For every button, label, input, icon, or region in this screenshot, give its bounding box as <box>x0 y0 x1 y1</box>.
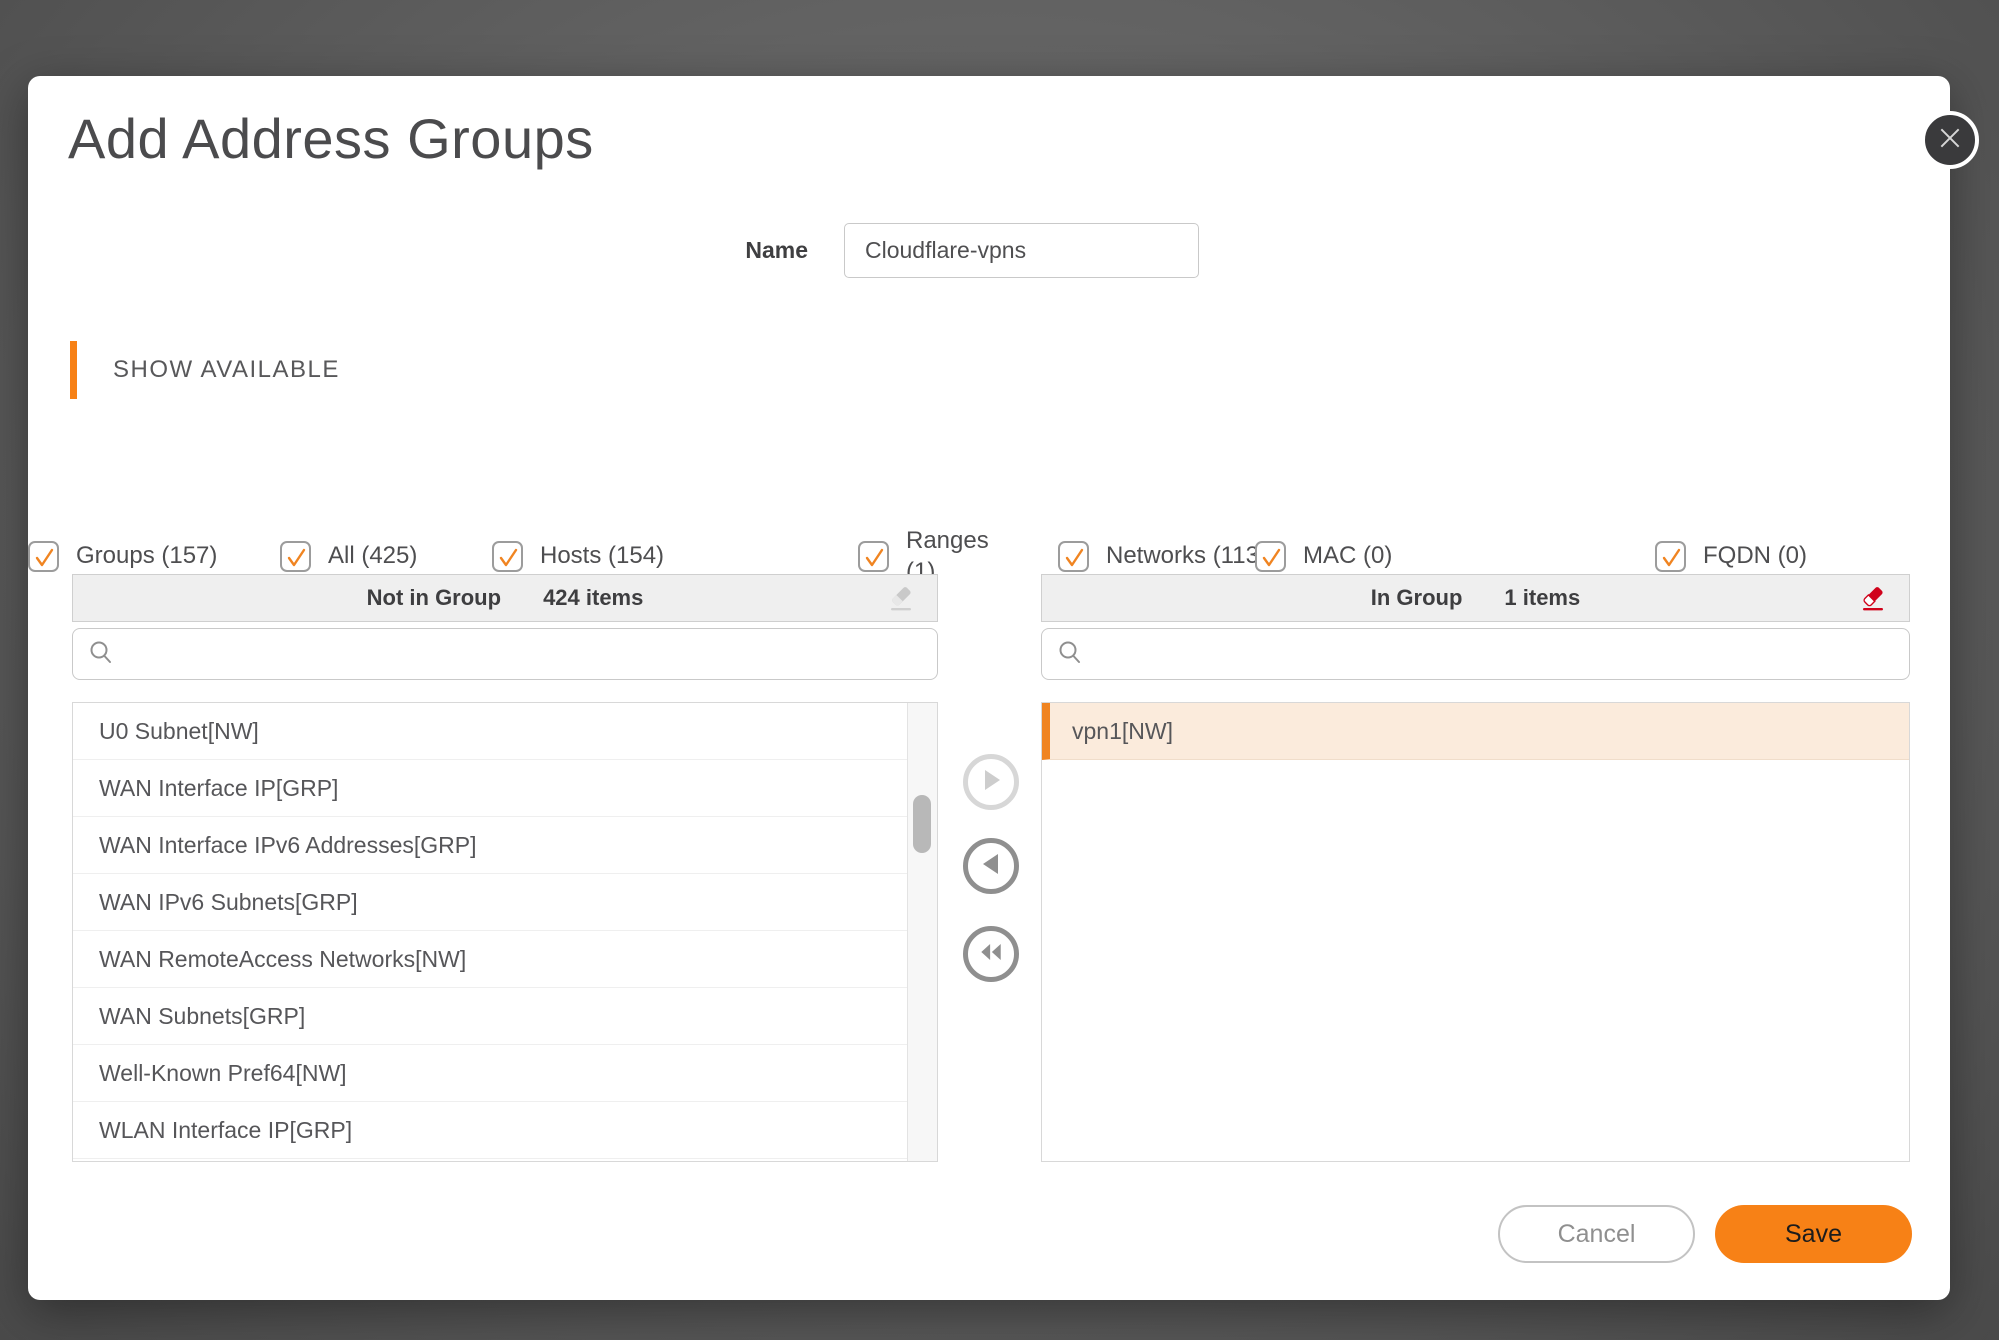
in-group-panel: In Group 1 items <box>1041 574 1910 622</box>
search-input[interactable] <box>127 629 923 679</box>
move-all-left-button[interactable] <box>963 926 1019 982</box>
address-object-row[interactable]: U0 Subnet[NW] <box>73 703 907 760</box>
address-object-row[interactable]: WAN Interface IPv6 Addresses[GRP] <box>73 817 907 874</box>
filter-label: MAC (0) <box>1303 542 1392 570</box>
show-available-section: SHOW AVAILABLE <box>70 340 340 400</box>
section-accent-bar <box>70 341 77 399</box>
section-title: SHOW AVAILABLE <box>113 356 340 384</box>
arrow-left-icon <box>976 851 1006 882</box>
in-group-header: In Group 1 items <box>1041 574 1910 622</box>
panel-item-count: 424 items <box>543 585 643 611</box>
eraser-red-icon[interactable] <box>1857 583 1889 615</box>
address-object-row[interactable]: WAN Subnets[GRP] <box>73 988 907 1045</box>
checkbox-checked-icon <box>1058 541 1089 572</box>
checkbox-checked-icon <box>492 541 523 572</box>
address-object-label: WAN IPv6 Subnets[GRP] <box>99 889 358 916</box>
scrollbar-track[interactable] <box>907 703 937 1161</box>
address-object-label: WAN RemoteAccess Networks[NW] <box>99 946 466 973</box>
search-icon <box>87 638 115 671</box>
address-object-label: WLAN Interface IP[GRP] <box>99 1117 352 1144</box>
filter-label: Hosts (154) <box>540 542 664 570</box>
move-left-button[interactable] <box>963 838 1019 894</box>
eraser-icon[interactable] <box>885 583 917 615</box>
address-object-row[interactable]: WAN IPv6 Subnets[GRP] <box>73 874 907 931</box>
search-icon <box>1056 638 1084 671</box>
dialog-title: Add Address Groups <box>68 106 594 171</box>
filter-label: Groups (157) <box>76 542 217 570</box>
filter-label: FQDN (0) <box>1703 542 1807 570</box>
panel-item-count: 1 items <box>1504 585 1580 611</box>
filter-label: Networks (113) <box>1106 542 1267 570</box>
address-object-row[interactable]: vpn1[NW] <box>1042 703 1909 760</box>
address-object-row[interactable]: WLAN Interface IP[GRP] <box>73 1102 907 1159</box>
checkbox-checked-icon <box>1255 541 1286 572</box>
filter-label: All (425) <box>328 542 417 570</box>
save-button[interactable]: Save <box>1715 1205 1912 1263</box>
name-input[interactable] <box>844 223 1199 278</box>
not-in-group-list-wrap: U0 Subnet[NW] WAN Interface IP[GRP] WAN … <box>72 702 938 1162</box>
not-in-group-search <box>72 628 938 680</box>
checkbox-checked-icon <box>858 541 889 572</box>
not-in-group-list: U0 Subnet[NW] WAN Interface IP[GRP] WAN … <box>73 703 907 1161</box>
not-in-group-header: Not in Group 424 items <box>72 574 938 622</box>
address-object-row[interactable]: Well-Known Pref64[NW] <box>73 1045 907 1102</box>
address-object-label: WAN Interface IPv6 Addresses[GRP] <box>99 832 477 859</box>
search-input[interactable] <box>1096 629 1895 679</box>
not-in-group-panel: Not in Group 424 items <box>72 574 938 622</box>
address-object-label: vpn1[NW] <box>1072 718 1173 745</box>
move-right-button[interactable] <box>963 754 1019 810</box>
address-object-label: WAN Subnets[GRP] <box>99 1003 305 1030</box>
panel-title: Not in Group <box>367 585 501 611</box>
checkbox-checked-icon <box>280 541 311 572</box>
name-field-label: Name <box>678 223 808 278</box>
in-group-list-wrap: vpn1[NW] <box>1041 702 1910 1162</box>
scrollbar-thumb[interactable] <box>913 795 931 853</box>
screen-overlay: Add Address Groups Name SHOW AVAILABLE A… <box>0 0 1999 1340</box>
checkbox-checked-icon <box>1655 541 1686 572</box>
address-object-label: Well-Known Pref64[NW] <box>99 1060 347 1087</box>
in-group-search <box>1041 628 1910 680</box>
arrow-right-icon <box>976 767 1006 798</box>
checkbox-checked-icon <box>28 541 59 572</box>
close-button[interactable] <box>1921 111 1979 169</box>
close-icon <box>1937 125 1963 156</box>
panel-title: In Group <box>1371 585 1463 611</box>
double-arrow-left-icon <box>976 939 1006 970</box>
address-object-label: U0 Subnet[NW] <box>99 718 259 745</box>
add-address-groups-dialog: Add Address Groups Name SHOW AVAILABLE A… <box>28 76 1950 1300</box>
address-object-row[interactable]: WAN RemoteAccess Networks[NW] <box>73 931 907 988</box>
cancel-button[interactable]: Cancel <box>1498 1205 1695 1263</box>
address-object-label: WAN Interface IP[GRP] <box>99 775 338 802</box>
address-object-row[interactable]: WAN Interface IP[GRP] <box>73 760 907 817</box>
in-group-list: vpn1[NW] <box>1042 703 1909 1161</box>
